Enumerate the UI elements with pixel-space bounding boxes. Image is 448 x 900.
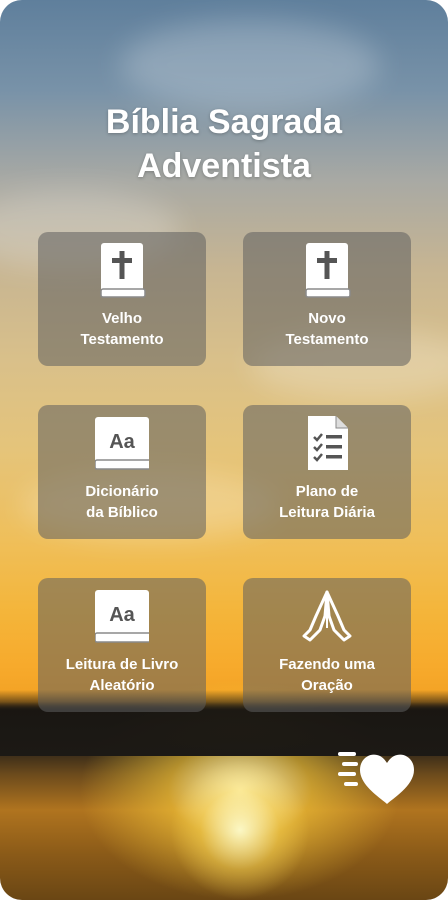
- svg-text:Aa: Aa: [109, 604, 135, 626]
- bible-cross-icon: [100, 243, 146, 298]
- old-testament-button[interactable]: Velho Testamento: [38, 232, 206, 366]
- dictionary-button[interactable]: Aa Dicionário da Bíblico: [38, 405, 206, 539]
- app-title-line2: Adventista: [137, 147, 311, 185]
- fast-heart-icon[interactable]: [338, 746, 416, 808]
- background-cloud: [120, 20, 380, 110]
- app-title-line1: Bíblia Sagrada: [105, 103, 343, 141]
- random-book-reading-button[interactable]: Aa Leitura de Livro Aleatório: [38, 578, 206, 712]
- new-testament-label: Novo Testamento: [285, 310, 369, 348]
- sun-reflection: [170, 760, 310, 900]
- dictionary-book-icon: Aa: [95, 417, 149, 470]
- daily-reading-plan-label: Plano de Leitura Diária: [279, 483, 375, 521]
- bible-cross-icon: [305, 243, 351, 298]
- checklist-document-icon: [308, 416, 348, 470]
- app-title: Bíblia Sagrada Adventista: [0, 100, 448, 188]
- dictionary-label: Dicionário da Bíblico: [85, 483, 159, 521]
- dictionary-book-icon: Aa: [95, 590, 149, 643]
- prayer-button[interactable]: Fazendo uma Oração: [243, 578, 411, 712]
- new-testament-button[interactable]: Novo Testamento: [243, 232, 411, 366]
- app-screen: Bíblia Sagrada Adventista Velho Testament…: [0, 0, 448, 900]
- prayer-label: Fazendo uma Oração: [279, 656, 375, 694]
- praying-hands-icon: [302, 590, 352, 642]
- random-book-reading-label: Leitura de Livro Aleatório: [65, 656, 179, 694]
- daily-reading-plan-button[interactable]: Plano de Leitura Diária: [243, 405, 411, 539]
- svg-text:Aa: Aa: [109, 431, 135, 453]
- old-testament-label: Velho Testamento: [80, 310, 164, 348]
